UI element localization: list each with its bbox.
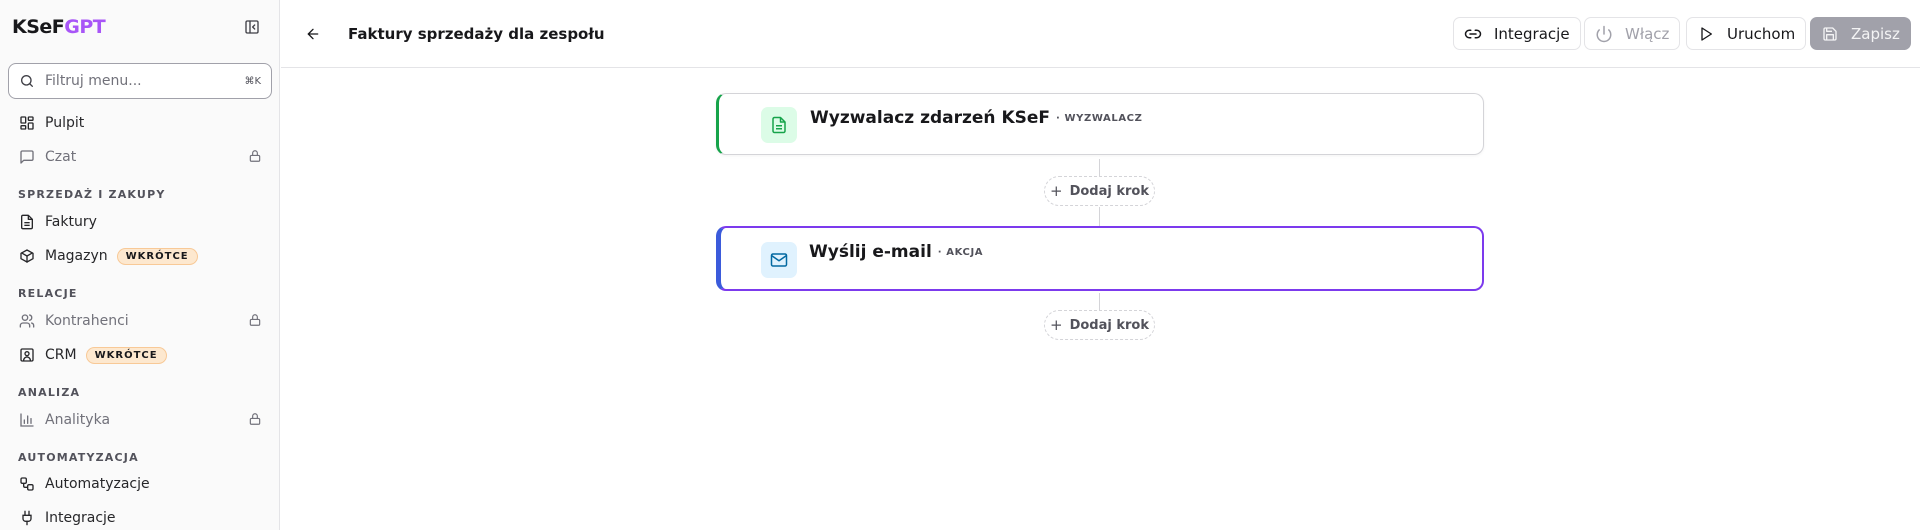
sidebar-item-label: Faktury: [45, 214, 97, 230]
sidebar-item-label: Magazyn: [45, 248, 108, 264]
node-title-text: Wyzwalacz zdarzeń KSeF: [810, 108, 1051, 128]
node-title: Wyślij e-mail · AKCJA: [809, 242, 983, 262]
coming-soon-badge: WKRÓTCE: [116, 247, 198, 265]
node-type-tag: · WYZWALACZ: [1056, 112, 1143, 124]
mail-icon: [761, 242, 797, 278]
sidebar-item-label: Analityka: [45, 412, 111, 428]
sidebar-item-label: Kontrahenci: [45, 313, 129, 329]
logo-text-ksef: KSeF: [12, 16, 65, 38]
app-logo[interactable]: KSeFGPT: [12, 16, 106, 38]
logo-text-gpt: GPT: [64, 16, 106, 38]
connector-line: [1099, 159, 1100, 176]
save-icon: [1821, 25, 1839, 43]
add-step-button[interactable]: + Dodaj krok: [1044, 176, 1155, 206]
sidebar-item-kontrahenci[interactable]: Kontrahenci: [8, 306, 272, 336]
menu-filter: ⌘K: [8, 63, 272, 99]
sidebar-item-label: Integracje: [45, 510, 116, 526]
sidebar: KSeFGPT ⌘K Pulpit Czat SPRZEDAŻ I ZAKUPY…: [0, 0, 280, 530]
chat-icon: [19, 149, 35, 165]
sidebar-item-integracje[interactable]: Integracje: [8, 503, 272, 530]
add-step-label: Dodaj krok: [1069, 183, 1149, 199]
play-icon: [1697, 25, 1715, 43]
page-header: Faktury sprzedaży dla zespołu Integracje…: [281, 0, 1920, 68]
connector-line: [1099, 207, 1100, 226]
enable-button-label: Włącz: [1625, 24, 1670, 43]
workflow-icon: [19, 476, 35, 492]
sidebar-item-crm[interactable]: CRM WKRÓTCE: [8, 340, 272, 370]
sidebar-item-label: Czat: [45, 149, 77, 165]
lock-icon: [248, 313, 264, 329]
dashboard-icon: [19, 115, 35, 131]
lock-icon: [248, 149, 264, 165]
power-icon: [1595, 25, 1613, 43]
bar-chart-icon: [19, 412, 35, 428]
integrations-button-label: Integracje: [1494, 24, 1570, 43]
integrations-button[interactable]: Integracje: [1453, 17, 1581, 50]
document-icon: [19, 214, 35, 230]
sidebar-item-faktury[interactable]: Faktury: [8, 207, 272, 237]
run-button[interactable]: Uruchom: [1686, 17, 1807, 50]
connector-line: [1099, 293, 1100, 310]
menu-filter-input[interactable]: [45, 73, 245, 89]
node-title-text: Wyślij e-mail: [809, 242, 932, 262]
shortcut-hint: ⌘K: [244, 75, 261, 87]
package-icon: [19, 248, 35, 264]
lock-icon: [248, 412, 264, 428]
plus-icon: +: [1050, 316, 1063, 334]
contact-card-icon: [19, 347, 35, 363]
sidebar-item-pulpit[interactable]: Pulpit: [8, 108, 272, 138]
section-heading-analysis: ANALIZA: [18, 386, 81, 399]
link-icon: [1464, 25, 1482, 43]
back-arrow-icon[interactable]: [303, 24, 323, 44]
sidebar-item-automatyzacje[interactable]: Automatyzacje: [8, 469, 272, 499]
page-title: Faktury sprzedaży dla zespołu: [348, 25, 605, 43]
plug-icon: [19, 510, 35, 526]
node-title: Wyzwalacz zdarzeń KSeF · WYZWALACZ: [810, 108, 1142, 128]
node-type-tag: · AKCJA: [937, 246, 984, 258]
coming-soon-badge: WKRÓTCE: [85, 346, 167, 364]
section-heading-sales: SPRZEDAŻ I ZAKUPY: [18, 188, 166, 201]
run-button-label: Uruchom: [1727, 24, 1796, 43]
plus-icon: +: [1050, 182, 1063, 200]
sidebar-item-czat[interactable]: Czat: [8, 142, 272, 172]
sidebar-item-analityka[interactable]: Analityka: [8, 405, 272, 435]
sidebar-toggle-icon[interactable]: [242, 17, 262, 37]
save-button[interactable]: Zapisz: [1810, 17, 1911, 50]
section-heading-relations: RELACJE: [18, 287, 78, 300]
sidebar-item-label: Automatyzacje: [45, 476, 150, 492]
sidebar-item-label: CRM: [45, 347, 77, 363]
users-icon: [19, 313, 35, 329]
workflow-node-trigger[interactable]: Wyzwalacz zdarzeń KSeF · WYZWALACZ: [716, 93, 1484, 155]
sidebar-item-magazyn[interactable]: Magazyn WKRÓTCE: [8, 241, 272, 271]
enable-button[interactable]: Włącz: [1584, 17, 1681, 50]
add-step-label: Dodaj krok: [1069, 317, 1149, 333]
file-text-icon: [761, 107, 797, 143]
sidebar-item-label: Pulpit: [45, 115, 85, 131]
workflow-node-action[interactable]: Wyślij e-mail · AKCJA: [716, 226, 1484, 291]
add-step-button[interactable]: + Dodaj krok: [1044, 310, 1155, 340]
save-button-label: Zapisz: [1851, 24, 1900, 43]
section-heading-automation: AUTOMATYZACJA: [18, 451, 139, 464]
search-icon: [19, 73, 35, 89]
